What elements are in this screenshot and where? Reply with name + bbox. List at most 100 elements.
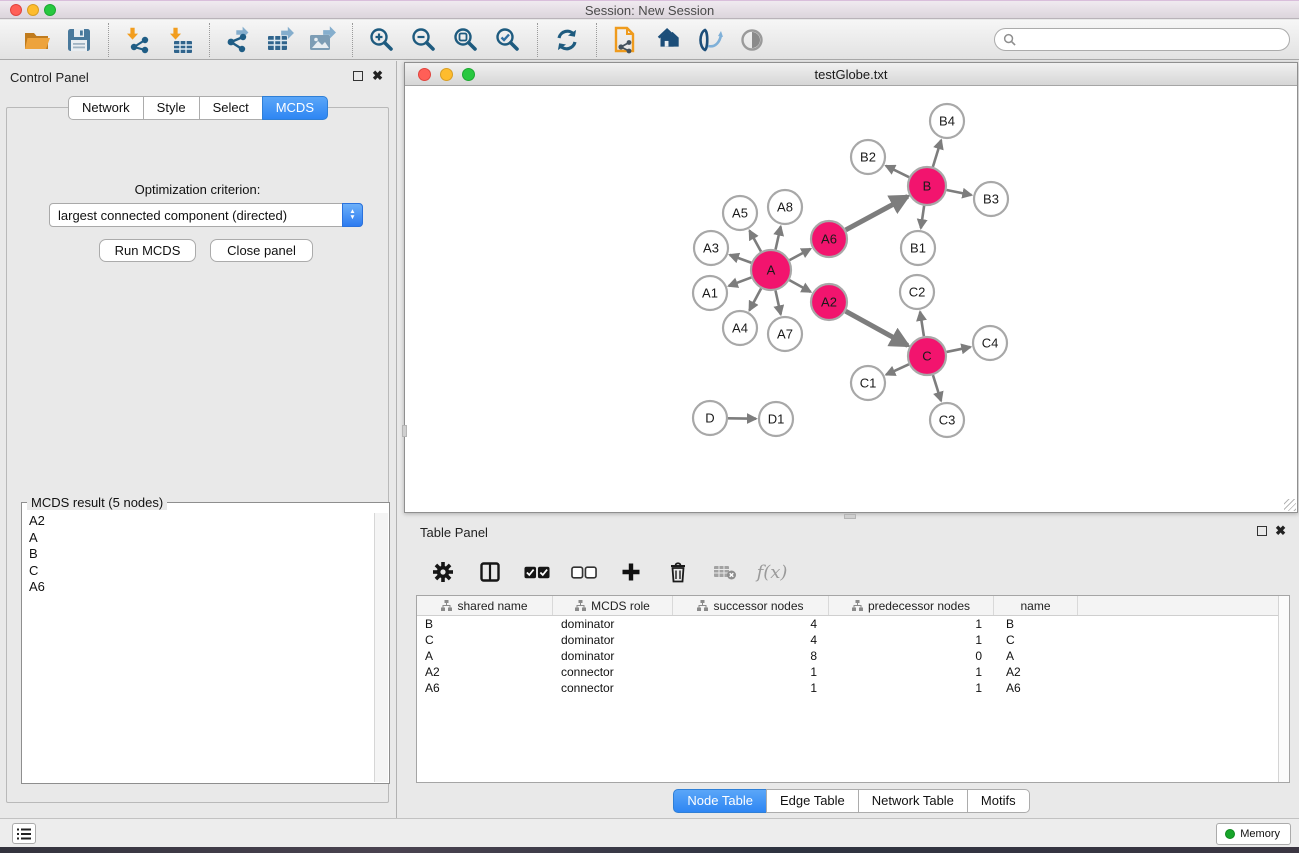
- table-cell[interactable]: dominator: [553, 616, 673, 632]
- import-network-button[interactable]: [123, 25, 153, 55]
- table-cell[interactable]: 1: [673, 680, 829, 696]
- vertical-splitter-handle[interactable]: [402, 425, 407, 437]
- edge-B-B1[interactable]: [921, 206, 924, 228]
- column-header-mcds-role[interactable]: MCDS role: [553, 596, 673, 615]
- tab-network[interactable]: Network: [68, 96, 144, 120]
- float-panel-icon[interactable]: [353, 71, 363, 81]
- edge-B-B3[interactable]: [947, 190, 972, 195]
- table-row[interactable]: Cdominator41C: [417, 632, 1289, 648]
- node-A8[interactable]: A8: [768, 190, 802, 224]
- node-A7[interactable]: A7: [768, 317, 802, 351]
- edge-A-A8[interactable]: [776, 227, 781, 250]
- node-C4[interactable]: C4: [973, 326, 1007, 360]
- column-header-shared-name[interactable]: shared name: [417, 596, 553, 615]
- node-B[interactable]: B: [908, 167, 946, 205]
- edge-C-C4[interactable]: [947, 347, 971, 352]
- add-column-button[interactable]: [618, 559, 644, 585]
- tab-mcds[interactable]: MCDS: [262, 96, 328, 120]
- node-C2[interactable]: C2: [900, 275, 934, 309]
- table-settings-button[interactable]: [430, 559, 456, 585]
- table-cell[interactable]: 1: [829, 680, 994, 696]
- table-row[interactable]: Bdominator41B: [417, 616, 1289, 632]
- table-close-panel-icon[interactable]: ✖: [1275, 523, 1286, 539]
- hide-show-button[interactable]: [695, 25, 725, 55]
- table-cell[interactable]: connector: [553, 680, 673, 696]
- table-row[interactable]: A6connector11A6: [417, 680, 1289, 696]
- table-cell[interactable]: B: [994, 616, 1078, 632]
- table-cell[interactable]: 1: [829, 616, 994, 632]
- network-canvas[interactable]: B4B2BB3A5A8A6A3B1AA1C2A2A4A7C4CC1C3DD1: [405, 86, 1297, 512]
- open-session-button[interactable]: [22, 25, 52, 55]
- table-cell[interactable]: connector: [553, 664, 673, 680]
- zoom-selected-button[interactable]: [493, 25, 523, 55]
- column-header-predecessor-nodes[interactable]: predecessor nodes: [829, 596, 994, 615]
- table-scrollbar[interactable]: [1278, 596, 1289, 782]
- edge-A-A1[interactable]: [729, 277, 752, 286]
- deselect-all-button[interactable]: [571, 559, 597, 585]
- result-item[interactable]: A2: [23, 513, 373, 530]
- criterion-dropdown[interactable]: largest connected component (directed) ▲…: [49, 203, 363, 227]
- edge-A-A4[interactable]: [749, 289, 761, 311]
- edge-A-A2[interactable]: [789, 280, 810, 292]
- edge-B-B2[interactable]: [886, 166, 909, 177]
- table-cell[interactable]: A6: [994, 680, 1078, 696]
- node-A5[interactable]: A5: [723, 196, 757, 230]
- node-D[interactable]: D: [693, 401, 727, 435]
- table-cell[interactable]: 1: [829, 664, 994, 680]
- function-builder-button[interactable]: f(x): [759, 559, 785, 585]
- node-B4[interactable]: B4: [930, 104, 964, 138]
- tab-network-table[interactable]: Network Table: [858, 789, 968, 813]
- table-row[interactable]: Adominator80A: [417, 648, 1289, 664]
- node-A4[interactable]: A4: [723, 311, 757, 345]
- horizontal-splitter-handle[interactable]: [844, 514, 856, 519]
- result-item[interactable]: A: [23, 530, 373, 547]
- home-button[interactable]: [653, 25, 683, 55]
- table-cell[interactable]: C: [417, 632, 553, 648]
- table-cell[interactable]: 1: [829, 632, 994, 648]
- edge-A6-B[interactable]: [846, 196, 908, 229]
- select-all-button[interactable]: [524, 559, 550, 585]
- node-C[interactable]: C: [908, 337, 946, 375]
- table-cell[interactable]: 4: [673, 616, 829, 632]
- node-C1[interactable]: C1: [851, 366, 885, 400]
- tab-node-table[interactable]: Node Table: [673, 789, 767, 813]
- node-B3[interactable]: B3: [974, 182, 1008, 216]
- zoom-out-button[interactable]: [409, 25, 439, 55]
- delete-column-button[interactable]: [665, 559, 691, 585]
- node-A2[interactable]: A2: [811, 284, 847, 320]
- tab-motifs[interactable]: Motifs: [967, 789, 1030, 813]
- table-cell[interactable]: A2: [994, 664, 1078, 680]
- table-row[interactable]: A2connector11A2: [417, 664, 1289, 680]
- edge-C-C1[interactable]: [886, 364, 909, 374]
- node-B2[interactable]: B2: [851, 140, 885, 174]
- node-A6[interactable]: A6: [811, 221, 847, 257]
- result-item[interactable]: A6: [23, 579, 373, 596]
- node-A3[interactable]: A3: [694, 231, 728, 265]
- save-session-button[interactable]: [64, 25, 94, 55]
- result-scrollbar[interactable]: [374, 513, 388, 782]
- column-header-successor-nodes[interactable]: successor nodes: [673, 596, 829, 615]
- eye-preview-button[interactable]: [737, 25, 767, 55]
- table-cell[interactable]: A6: [417, 680, 553, 696]
- edge-C-C3[interactable]: [933, 375, 941, 401]
- table-cell[interactable]: C: [994, 632, 1078, 648]
- close-panel-button[interactable]: Close panel: [210, 239, 313, 262]
- node-B1[interactable]: B1: [901, 231, 935, 265]
- import-table-button[interactable]: [165, 25, 195, 55]
- edge-A2-C[interactable]: [846, 311, 908, 345]
- search-box[interactable]: [994, 28, 1290, 51]
- export-network-button[interactable]: [224, 25, 254, 55]
- edge-B-B4[interactable]: [933, 140, 941, 167]
- clone-network-button[interactable]: [611, 25, 641, 55]
- table-cell[interactable]: 8: [673, 648, 829, 664]
- edge-C-C2[interactable]: [920, 312, 924, 336]
- export-table-button[interactable]: [266, 25, 296, 55]
- table-cell[interactable]: 4: [673, 632, 829, 648]
- table-cell[interactable]: dominator: [553, 648, 673, 664]
- tab-edge-table[interactable]: Edge Table: [766, 789, 859, 813]
- zoom-in-button[interactable]: [367, 25, 397, 55]
- refresh-button[interactable]: [552, 25, 582, 55]
- table-cell[interactable]: dominator: [553, 632, 673, 648]
- edge-A-A7[interactable]: [775, 291, 780, 315]
- result-item[interactable]: C: [23, 563, 373, 580]
